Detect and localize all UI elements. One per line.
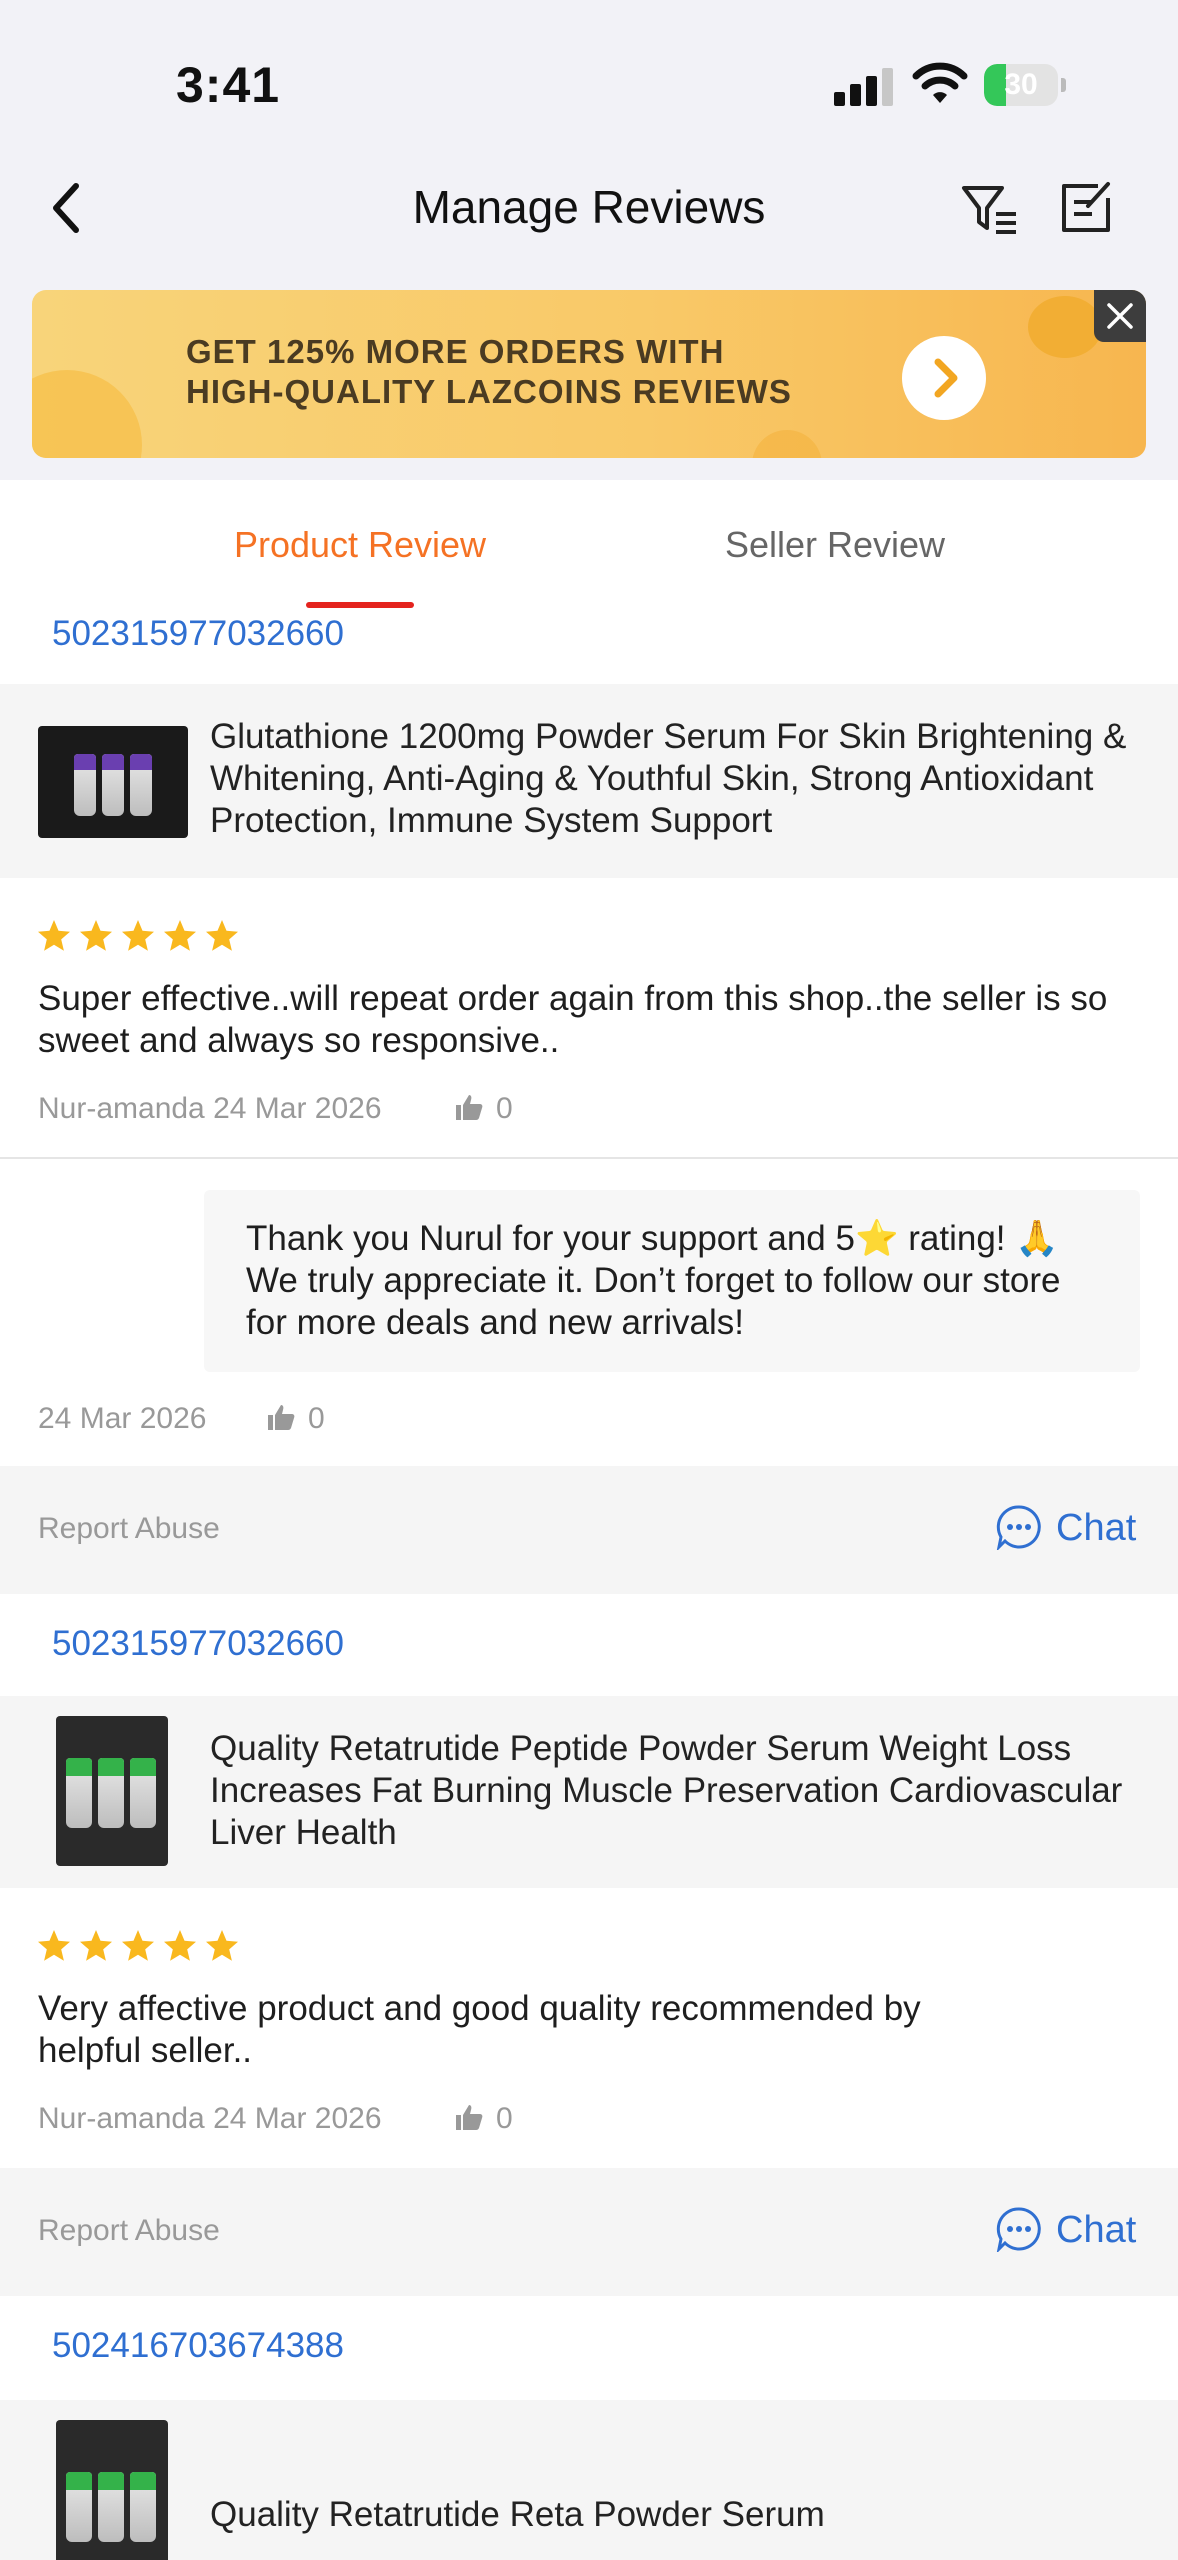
star-icon [38,1930,70,1961]
banner-close-button[interactable] [1094,290,1146,342]
review-tabs: Product Review Seller Review [0,480,1178,610]
report-abuse-link[interactable]: Report Abuse [38,1512,220,1546]
star-rating [36,1928,246,1964]
star-icon [164,920,196,951]
review-text: Super effective..will repeat order again… [38,979,1108,1060]
coin-decoration [752,430,822,458]
chat-bubble-icon [996,1505,1041,1552]
chat-button[interactable]: Chat [996,2206,1136,2256]
like-count: 0 [308,1402,325,1435]
report-abuse-link[interactable]: Report Abuse [38,2214,220,2248]
thumbs-up-icon [456,2105,483,2130]
wifi-icon [912,62,968,103]
cellular-signal-icon [834,66,894,106]
product-title: Quality Retatrutide Peptide Powder Serum… [210,1729,1123,1852]
star-icon [122,1930,154,1961]
star-rating [36,918,246,954]
chevron-right-icon [934,358,958,398]
star-icon [80,920,112,951]
star-icon [80,1930,112,1961]
product-row[interactable]: Quality Retatrutide Reta Powder Serum [0,2400,1178,2560]
review-author-date: Nur-amanda 24 Mar 2026 [38,2102,382,2135]
lazcoins-promo-banner[interactable]: GET 125% MORE ORDERS WITH HIGH-QUALITY L… [32,290,1146,458]
thumbs-up-icon [268,1405,295,1430]
product-title: Glutathione 1200mg Powder Serum For Skin… [210,717,1127,840]
star-icon [38,920,70,951]
banner-go-button[interactable] [902,336,986,420]
star-icon [206,920,238,951]
tab-seller-review[interactable]: Seller Review [560,524,1110,566]
reply-like-button[interactable]: 0 [266,1402,325,1436]
order-id[interactable]: 502315977032660 [52,614,344,654]
divider [0,1157,1178,1159]
product-row[interactable]: Quality Retatrutide Peptide Powder Serum… [0,1696,1178,1888]
chat-label: Chat [1056,1507,1137,1549]
like-button[interactable]: 0 [454,2102,513,2136]
active-tab-indicator [306,602,414,608]
product-title: Quality Retatrutide Reta Powder Serum [210,2495,825,2534]
banner-text: GET 125% MORE ORDERS WITH HIGH-QUALITY L… [186,332,792,412]
close-icon [1107,303,1133,329]
chat-label: Chat [1056,2209,1137,2251]
status-time: 3:41 [176,57,281,113]
order-id[interactable]: 502315977032660 [52,1624,344,1664]
star-icon [206,1930,238,1961]
banner-line-2: HIGH-QUALITY LAZCOINS REVIEWS [186,373,792,410]
like-count: 0 [496,1092,513,1125]
chat-button[interactable]: Chat [996,1504,1136,1554]
product-row[interactable]: Glutathione 1200mg Powder Serum For Skin… [0,684,1178,878]
star-icon [164,1930,196,1961]
filter-icon[interactable] [958,180,1022,244]
battery-icon: 30 [984,64,1066,106]
like-count: 0 [496,2102,513,2135]
star-icon [122,920,154,951]
review-author-date: Nur-amanda 24 Mar 2026 [38,1092,382,1125]
battery-percent: 30 [1004,68,1038,101]
coin-decoration [1028,296,1102,358]
review-action-bar: Report Abuse Chat [0,2168,1178,2296]
order-id[interactable]: 502416703674388 [52,2326,344,2366]
edit-icon[interactable] [1058,180,1114,236]
thumbs-up-icon [456,1095,483,1120]
review-action-bar: Report Abuse Chat [0,1466,1178,1594]
product-image [56,1716,168,1866]
review-text: Very affective product and good quality … [38,1989,921,2070]
banner-line-1: GET 125% MORE ORDERS WITH [186,333,725,370]
coin-decoration [32,370,142,458]
product-image [38,726,188,838]
seller-reply: Thank you Nurul for your support and 5⭐️… [204,1190,1140,1372]
like-button[interactable]: 0 [454,1092,513,1126]
reply-date: 24 Mar 2026 [38,1402,207,1435]
chat-bubble-icon [996,2207,1041,2254]
product-image [56,2420,168,2560]
